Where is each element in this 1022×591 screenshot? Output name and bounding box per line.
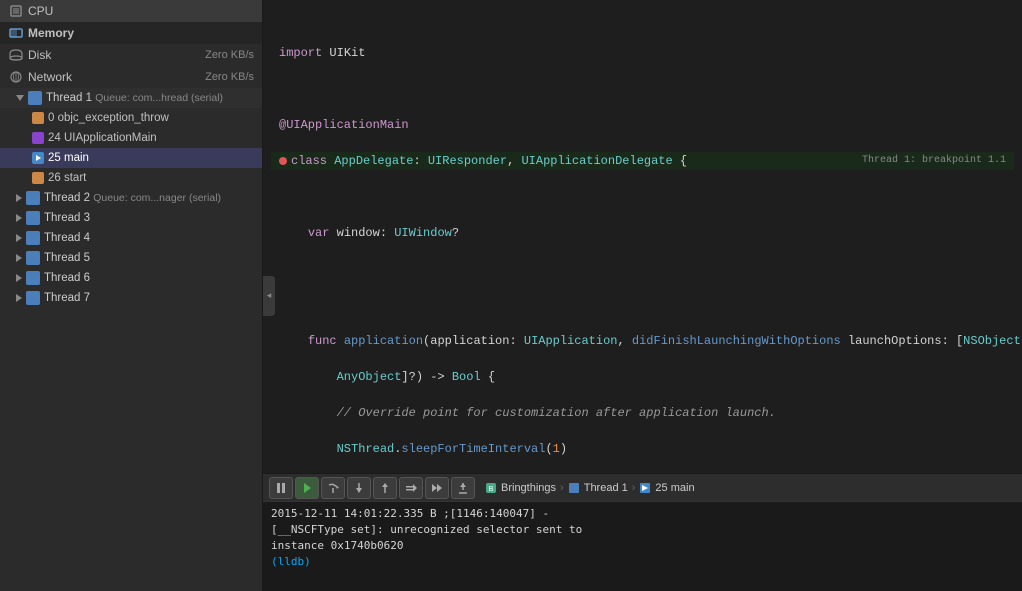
sidebar-item-cpu[interactable]: CPU xyxy=(0,0,262,22)
breakpoint-annotation: Thread 1: breakpoint 1.1 xyxy=(862,152,1006,170)
code-line: import UIKit xyxy=(271,44,1014,62)
thread-3-item[interactable]: Thread 3 xyxy=(0,208,262,228)
step-out-button[interactable] xyxy=(373,477,397,499)
code-line xyxy=(271,260,1014,278)
frame-24-label: 24 UIApplicationMain xyxy=(48,132,157,144)
thread-6-expand-icon xyxy=(16,274,22,282)
step-over-inst-button[interactable] xyxy=(425,477,449,499)
code-line: // Override point for customization afte… xyxy=(271,404,1014,422)
console-line-3: instance 0x1740b0620 xyxy=(271,538,1014,554)
code-area: ◂ import UIKit @UIApplicationMain class … xyxy=(263,0,1022,591)
frame-0-icon xyxy=(32,112,44,124)
code-line xyxy=(271,296,1014,314)
thread-7-icon xyxy=(26,291,40,305)
code-line: AnyObject]?) -> Bool { xyxy=(271,368,1014,386)
cpu-label: CPU xyxy=(28,4,254,18)
frame-0-item[interactable]: 0 objc_exception_throw xyxy=(0,108,262,128)
step-over-button[interactable] xyxy=(321,477,345,499)
frame-25-item[interactable]: 25 main xyxy=(0,148,262,168)
frame-26-icon xyxy=(32,172,44,184)
thread-6-icon xyxy=(26,271,40,285)
network-label: Network xyxy=(28,70,205,84)
disk-icon xyxy=(8,47,24,63)
thread-2-icon xyxy=(26,191,40,205)
code-editor[interactable]: import UIKit @UIApplicationMain class Ap… xyxy=(263,0,1022,473)
thread-5-item[interactable]: Thread 5 xyxy=(0,248,262,268)
thread-4-expand-icon xyxy=(16,234,22,242)
instruction-step-button[interactable] xyxy=(399,477,423,499)
thread-5-expand-icon xyxy=(16,254,22,262)
frame-24-icon xyxy=(32,132,44,144)
toolbar: B Bringthings › Thread 1 › 25 main xyxy=(263,473,1022,501)
code-line xyxy=(271,80,1014,98)
console-line-4: (lldb) xyxy=(271,554,1014,570)
svg-text:B: B xyxy=(489,486,494,493)
breadcrumb-frame[interactable]: 25 main xyxy=(655,482,694,494)
thread-1-expand-icon xyxy=(16,95,24,101)
frame-0-label: 0 objc_exception_throw xyxy=(48,112,169,124)
frame-26-item[interactable]: 26 start xyxy=(0,168,262,188)
export-button[interactable] xyxy=(451,477,475,499)
breadcrumb-thread[interactable]: Thread 1 xyxy=(584,482,628,494)
thread-4-label: Thread 4 xyxy=(44,232,90,244)
breadcrumb-app[interactable]: Bringthings xyxy=(501,482,556,494)
thread-5-label: Thread 5 xyxy=(44,252,90,264)
memory-label: Memory xyxy=(28,26,254,40)
thread-4-icon xyxy=(26,231,40,245)
console[interactable]: 2015-12-11 14:01:22.335 B ;[1146:140047]… xyxy=(263,501,1022,591)
code-line-breakpoint: class AppDelegate: UIResponder, UIApplic… xyxy=(271,152,1014,170)
frame-26-label: 26 start xyxy=(48,172,86,184)
network-icon xyxy=(8,69,24,85)
sidebar-item-disk[interactable]: Disk Zero KB/s xyxy=(0,44,262,66)
console-line-2: [__NSCFType set]: unrecognized selector … xyxy=(271,522,1014,538)
memory-icon xyxy=(8,25,24,41)
breadcrumb-app-icon: B xyxy=(485,482,497,494)
breadcrumb-thread-icon xyxy=(568,482,580,494)
frame-25-icon xyxy=(32,152,44,164)
thread-1-icon xyxy=(28,91,42,105)
thread-7-label: Thread 7 xyxy=(44,292,90,304)
thread-3-expand-icon xyxy=(16,214,22,222)
thread-2-item[interactable]: Thread 2 Queue: com...nager (serial) xyxy=(0,188,262,208)
sidebar-item-network[interactable]: Network Zero KB/s xyxy=(0,66,262,88)
sidebar: CPU Memory Disk Zero KB/s Network Zero K… xyxy=(0,0,263,591)
step-into-button[interactable] xyxy=(347,477,371,499)
thread-6-label: Thread 6 xyxy=(44,272,90,284)
continue-button[interactable] xyxy=(295,477,319,499)
thread-3-icon xyxy=(26,211,40,225)
thread-3-label: Thread 3 xyxy=(44,212,90,224)
main-layout: CPU Memory Disk Zero KB/s Network Zero K… xyxy=(0,0,1022,591)
pause-button[interactable] xyxy=(269,477,293,499)
sidebar-item-memory[interactable]: Memory xyxy=(0,22,262,44)
thread-2-label: Thread 2 Queue: com...nager (serial) xyxy=(44,192,221,204)
thread-1-label: Thread 1 Queue: com...hread (serial) xyxy=(46,92,223,104)
thread-5-icon xyxy=(26,251,40,265)
cpu-icon xyxy=(8,3,24,19)
disk-label: Disk xyxy=(28,48,205,62)
thread-1-item[interactable]: Thread 1 Queue: com...hread (serial) xyxy=(0,88,262,108)
frame-24-item[interactable]: 24 UIApplicationMain xyxy=(0,128,262,148)
console-line-1: 2015-12-11 14:01:22.335 B ;[1146:140047]… xyxy=(271,506,1014,522)
thread-7-expand-icon xyxy=(16,294,22,302)
code-line xyxy=(271,188,1014,206)
thread-2-expand-icon xyxy=(16,194,22,202)
code-line: var window: UIWindow? xyxy=(271,224,1014,242)
code-line: @UIApplicationMain xyxy=(271,116,1014,134)
code-line: NSThread.sleepForTimeInterval(1) xyxy=(271,440,1014,458)
thread-4-item[interactable]: Thread 4 xyxy=(0,228,262,248)
breadcrumb-frame-icon xyxy=(639,482,651,494)
breadcrumb: B Bringthings › Thread 1 › 25 main xyxy=(485,482,695,494)
network-value: Zero KB/s xyxy=(205,71,254,83)
thread-7-item[interactable]: Thread 7 xyxy=(0,288,262,308)
code-line: func application(application: UIApplicat… xyxy=(271,332,1014,350)
thread-6-item[interactable]: Thread 6 xyxy=(0,268,262,288)
disk-value: Zero KB/s xyxy=(205,49,254,61)
sidebar-resize-handle[interactable]: ◂ xyxy=(263,276,275,316)
frame-25-label: 25 main xyxy=(48,152,89,164)
